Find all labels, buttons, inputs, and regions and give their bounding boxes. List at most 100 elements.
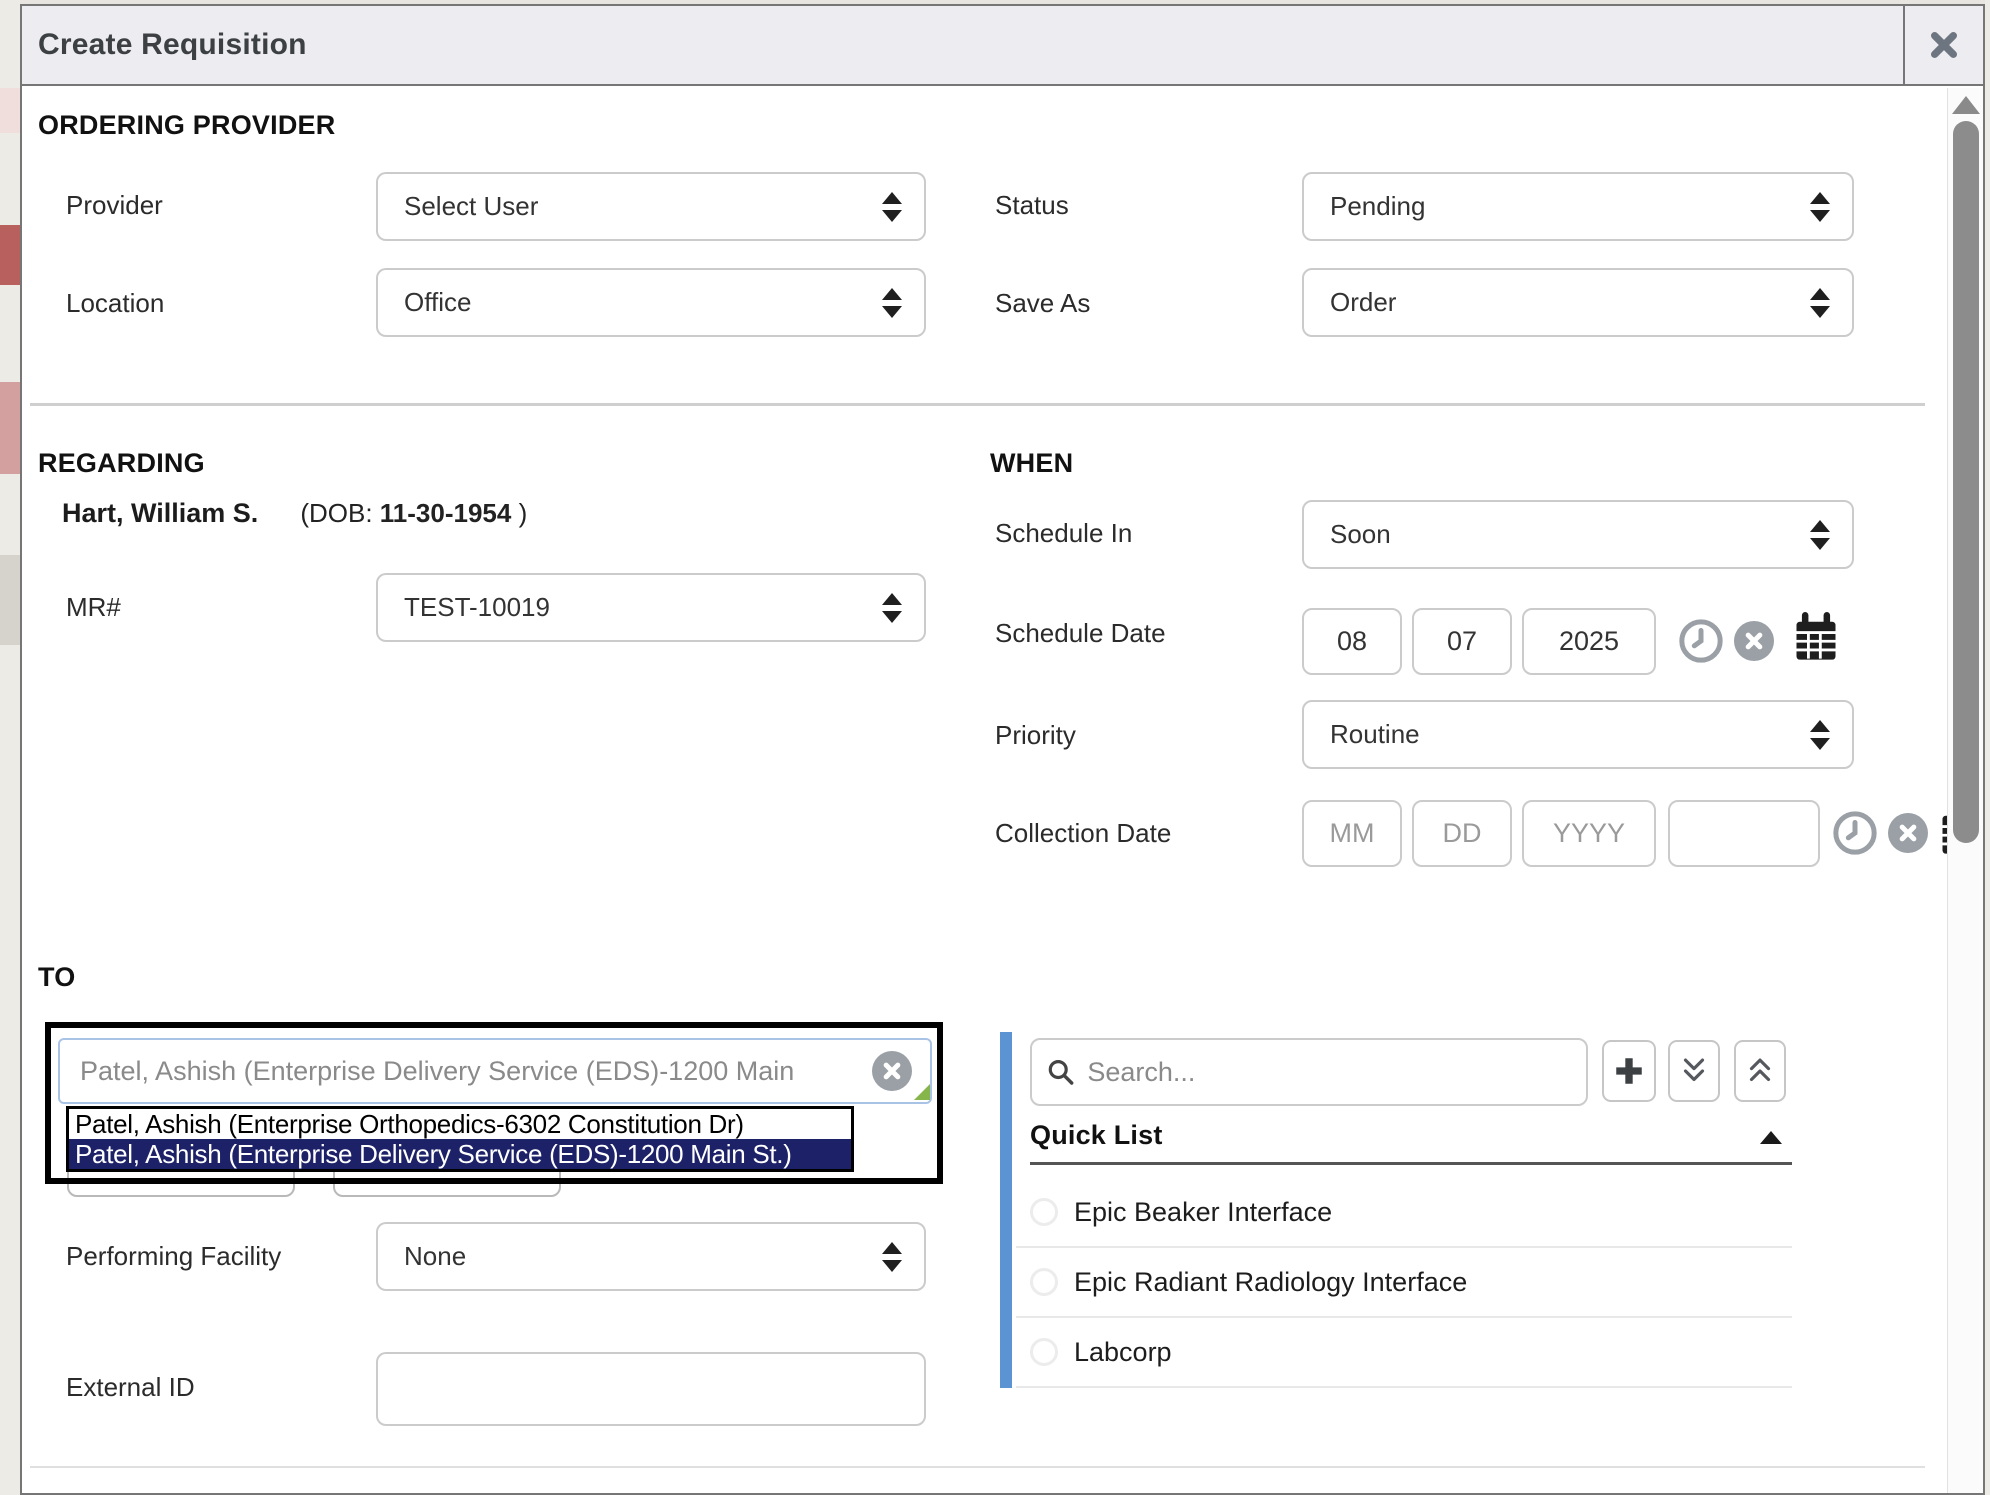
list-separator	[1016, 1246, 1792, 1248]
search-icon	[1046, 1056, 1075, 1088]
screen: Create Requisition ORDERING PROVIDER Pro…	[0, 0, 1990, 1495]
close-icon	[1928, 29, 1960, 61]
quick-list-item[interactable]: Labcorp	[1030, 1332, 1792, 1372]
suggestion-option-selected[interactable]: Patel, Ashish (Enterprise Delivery Servi…	[69, 1139, 851, 1169]
collection-month-input[interactable]	[1302, 800, 1402, 867]
priority-select-value: Routine	[1330, 719, 1420, 750]
chevron-updown-icon	[1810, 520, 1830, 550]
collapse-section-icon[interactable]	[1760, 1131, 1782, 1144]
quick-list-item-label: Labcorp	[1074, 1337, 1172, 1368]
collection-time-input[interactable]	[1668, 800, 1820, 867]
background-fragment	[0, 555, 20, 645]
provider-label: Provider	[66, 190, 163, 221]
when-heading: WHEN	[990, 448, 1073, 479]
add-recipient-button[interactable]	[1602, 1040, 1656, 1102]
background-fragment	[0, 382, 20, 474]
priority-label: Priority	[995, 720, 1076, 751]
status-select[interactable]: Pending	[1302, 172, 1854, 241]
quick-list-radio[interactable]	[1030, 1338, 1058, 1366]
quick-list-radio[interactable]	[1030, 1268, 1058, 1296]
location-select[interactable]: Office	[376, 268, 926, 337]
schedule-in-label: Schedule In	[995, 518, 1132, 549]
dialog-title: Create Requisition	[22, 28, 307, 62]
patient-dob: (DOB: 11-30-1954 )	[300, 498, 527, 529]
chevron-updown-icon	[1810, 192, 1830, 222]
quick-list-item-label: Epic Radiant Radiology Interface	[1074, 1267, 1467, 1298]
chevron-updown-icon	[882, 192, 902, 222]
mr-label: MR#	[66, 592, 121, 623]
x-glyph	[1744, 631, 1764, 651]
schedule-date-label: Schedule Date	[995, 618, 1166, 649]
external-id-input[interactable]	[376, 1352, 926, 1426]
suggestion-option[interactable]: Patel, Ashish (Enterprise Orthopedics-63…	[69, 1109, 851, 1139]
mr-select[interactable]: TEST-10019	[376, 573, 926, 642]
resize-handle-icon[interactable]	[914, 1084, 930, 1100]
schedule-in-select-value: Soon	[1330, 519, 1391, 550]
dob-value: 11-30-1954	[380, 498, 512, 528]
performing-facility-select[interactable]: None	[376, 1222, 926, 1291]
recipient-clear-icon[interactable]	[872, 1051, 912, 1091]
collection-time-icon[interactable]	[1832, 810, 1878, 856]
collection-date-label: Collection Date	[995, 818, 1171, 849]
location-label: Location	[66, 288, 164, 319]
vertical-scrollbar[interactable]	[1947, 88, 1983, 1493]
schedule-month-input[interactable]	[1302, 608, 1402, 675]
quick-list-accent-bar	[1000, 1032, 1012, 1388]
chevron-updown-icon	[1810, 720, 1830, 750]
background-fragment	[0, 88, 20, 133]
recipient-suggestion-list: Patel, Ashish (Enterprise Orthopedics-63…	[66, 1106, 854, 1172]
plus-icon	[1612, 1054, 1646, 1088]
underlying-page-right-sliver	[1985, 0, 1990, 1495]
recipient-search-input[interactable]	[58, 1038, 932, 1104]
quick-list-underline	[1030, 1162, 1792, 1165]
external-id-label: External ID	[66, 1372, 195, 1403]
schedule-time-icon[interactable]	[1678, 618, 1724, 664]
save-as-select[interactable]: Order	[1302, 268, 1854, 337]
status-select-value: Pending	[1330, 191, 1425, 222]
collection-date-clear-icon[interactable]	[1888, 813, 1928, 853]
dialog-header: Create Requisition	[20, 4, 1985, 86]
collapse-all-button[interactable]	[1734, 1040, 1786, 1102]
schedule-in-select[interactable]: Soon	[1302, 500, 1854, 569]
double-chevron-down-icon	[1679, 1054, 1709, 1088]
list-separator	[1016, 1386, 1792, 1388]
to-heading: TO	[38, 962, 75, 993]
save-as-select-value: Order	[1330, 287, 1396, 318]
close-button[interactable]	[1903, 6, 1983, 84]
location-select-value: Office	[404, 287, 471, 318]
underlying-page-left-sliver	[0, 0, 20, 1495]
collection-year-input[interactable]	[1522, 800, 1656, 867]
regarding-heading: REGARDING	[38, 448, 205, 479]
patient-name: Hart, William S.	[62, 498, 258, 529]
chevron-updown-icon	[1810, 288, 1830, 318]
priority-select[interactable]: Routine	[1302, 700, 1854, 769]
dob-suffix: )	[519, 498, 528, 528]
provider-select[interactable]: Select User	[376, 172, 926, 241]
bottom-divider	[30, 1466, 1925, 1468]
performing-facility-select-value: None	[404, 1241, 466, 1272]
list-separator	[1016, 1316, 1792, 1318]
x-glyph	[882, 1061, 902, 1081]
dob-prefix: (DOB:	[300, 498, 372, 528]
schedule-date-clear-icon[interactable]	[1734, 621, 1774, 661]
x-glyph	[1898, 823, 1918, 843]
schedule-year-input[interactable]	[1522, 608, 1656, 675]
quick-list-radio[interactable]	[1030, 1198, 1058, 1226]
double-chevron-up-icon	[1745, 1054, 1775, 1088]
status-label: Status	[995, 190, 1069, 221]
collection-day-input[interactable]	[1412, 800, 1512, 867]
expand-all-button[interactable]	[1668, 1040, 1720, 1102]
quick-list-item[interactable]: Epic Radiant Radiology Interface	[1030, 1262, 1792, 1302]
ordering-provider-heading: ORDERING PROVIDER	[38, 110, 335, 141]
schedule-day-input[interactable]	[1412, 608, 1512, 675]
directory-search-input[interactable]	[1085, 1056, 1572, 1089]
section-divider	[30, 403, 1925, 406]
patient-line: Hart, William S. (DOB: 11-30-1954 )	[62, 498, 527, 529]
quick-list-heading: Quick List	[1030, 1120, 1163, 1151]
performing-facility-label: Performing Facility	[66, 1232, 296, 1280]
quick-list-item[interactable]: Epic Beaker Interface	[1030, 1192, 1792, 1232]
scrollbar-thumb[interactable]	[1953, 121, 1979, 843]
schedule-calendar-icon[interactable]	[1790, 612, 1842, 664]
scroll-up-icon[interactable]	[1952, 96, 1980, 114]
directory-search-box[interactable]	[1030, 1038, 1588, 1106]
